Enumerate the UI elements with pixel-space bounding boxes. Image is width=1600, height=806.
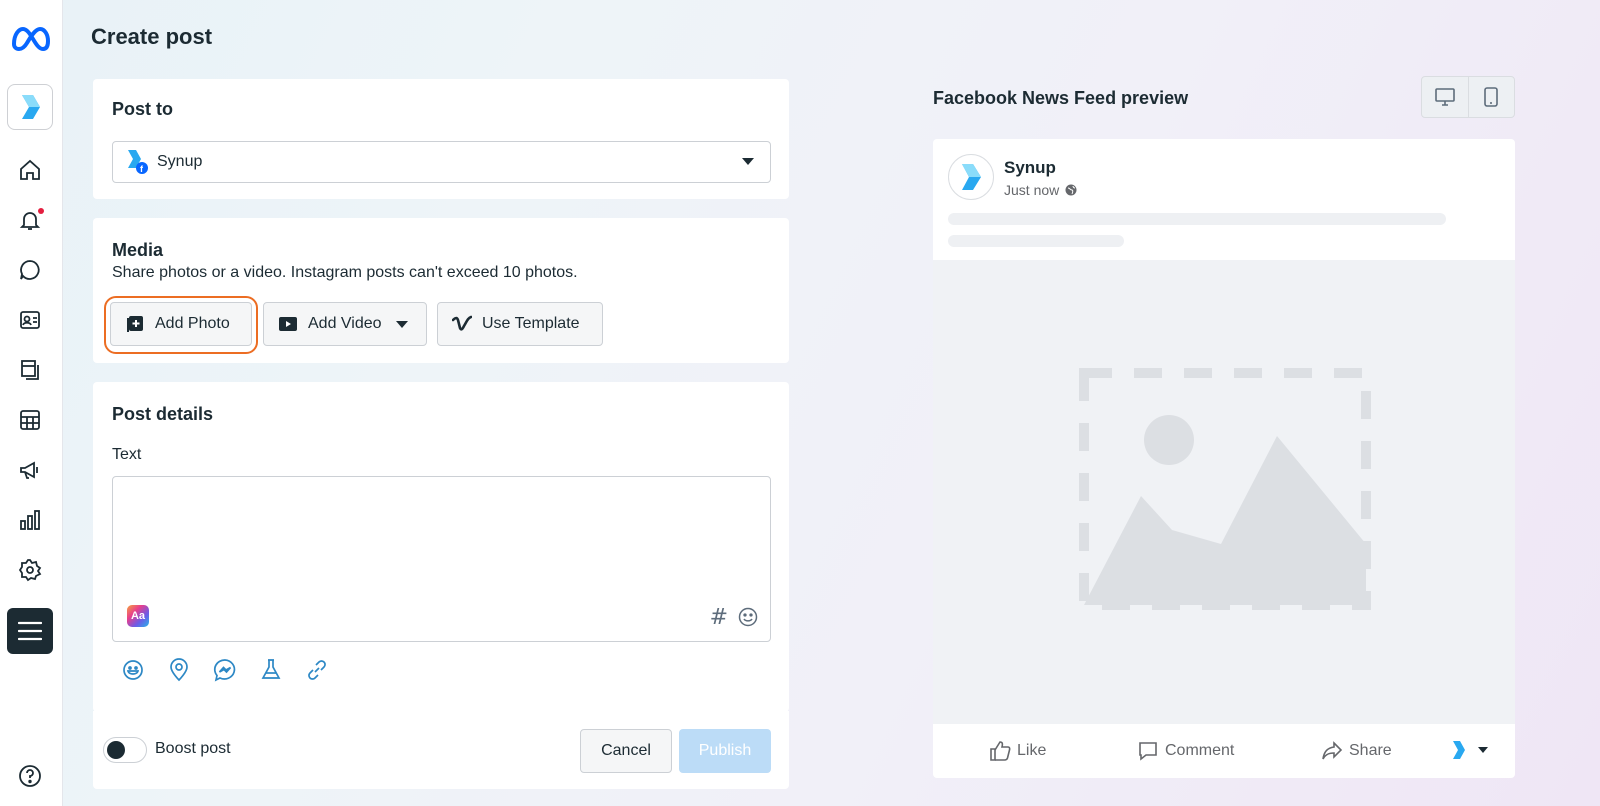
notifications-icon[interactable]	[12, 202, 48, 238]
add-photo-highlight	[104, 296, 258, 354]
use-template-button[interactable]: Use Template	[437, 302, 603, 346]
media-placeholder-area	[933, 260, 1515, 724]
desktop-view-button[interactable]	[1422, 77, 1469, 117]
globe-icon	[1065, 184, 1077, 196]
chevron-down-icon	[1478, 747, 1488, 753]
boost-post-toggle[interactable]	[103, 737, 147, 763]
page-select-dropdown[interactable]: f Synup	[112, 141, 771, 183]
ab-test-flask-icon[interactable]	[259, 658, 283, 682]
chevron-down-icon	[395, 320, 408, 328]
insights-icon[interactable]	[12, 502, 48, 538]
avatar	[948, 154, 994, 200]
meta-logo-icon[interactable]	[10, 24, 52, 54]
comment-label: Comment	[1165, 742, 1235, 759]
text-skeleton-line	[948, 235, 1124, 247]
settings-icon[interactable]	[12, 552, 48, 588]
news-feed-preview-card: Synup Just now Like Comment Share	[933, 139, 1515, 778]
text-format-icon[interactable]: Aa	[127, 605, 149, 627]
cancel-button[interactable]: Cancel	[580, 729, 672, 773]
share-as-page-selector[interactable]	[1452, 740, 1488, 760]
mobile-icon	[1484, 87, 1499, 107]
add-video-label: Add Video	[308, 315, 382, 332]
contacts-icon[interactable]	[12, 302, 48, 338]
text-skeleton-line	[948, 213, 1446, 225]
link-icon[interactable]	[305, 658, 329, 682]
all-tools-menu-button[interactable]	[7, 608, 53, 654]
add-video-button[interactable]: Add Video	[263, 302, 427, 346]
post-details-title: Post details	[112, 404, 214, 424]
synup-logo-icon	[962, 164, 981, 190]
thumbs-up-icon	[990, 741, 1011, 761]
like-action[interactable]: Like	[989, 740, 1046, 762]
post-footer-bar: Boost post Cancel Publish	[93, 711, 789, 789]
location-icon[interactable]	[167, 658, 191, 682]
page-title: Create post	[91, 24, 213, 49]
desktop-icon	[1434, 88, 1455, 106]
comment-action[interactable]: Comment	[1137, 740, 1234, 762]
left-sidebar	[0, 0, 63, 806]
feeling-icon[interactable]	[121, 658, 145, 682]
media-title: Media	[112, 240, 164, 260]
preview-page-name: Synup	[1004, 158, 1056, 177]
hamburger-icon	[18, 621, 42, 641]
ads-icon[interactable]	[12, 452, 48, 488]
post-actions-bar: Like Comment Share	[933, 724, 1515, 778]
post-text-area[interactable]: Aa #	[112, 476, 771, 642]
vimeo-template-icon	[452, 315, 472, 331]
post-to-card: Post to f Synup	[93, 79, 789, 199]
preview-timestamp: Just now	[1004, 182, 1077, 198]
mobile-view-button[interactable]	[1469, 77, 1515, 117]
boost-post-label: Boost post	[155, 740, 231, 757]
synup-logo-icon	[1453, 741, 1465, 759]
media-description: Share photos or a video. Instagram posts…	[112, 264, 578, 281]
help-icon[interactable]	[12, 758, 48, 794]
synup-facebook-icon: f	[128, 150, 148, 174]
comment-icon	[1139, 742, 1157, 761]
toggle-knob	[107, 741, 125, 759]
content-icon[interactable]	[12, 352, 48, 388]
publish-button[interactable]: Publish	[679, 729, 771, 773]
image-placeholder-icon	[1079, 368, 1371, 610]
share-action[interactable]: Share	[1321, 740, 1392, 762]
planner-icon[interactable]	[12, 402, 48, 438]
hashtag-icon[interactable]: #	[710, 605, 728, 630]
chevron-down-icon	[742, 158, 754, 165]
preview-device-toggle	[1421, 76, 1515, 118]
messages-icon[interactable]	[12, 252, 48, 288]
notification-badge	[38, 208, 44, 214]
share-icon	[1322, 741, 1343, 760]
preview-title: Facebook News Feed preview	[933, 88, 1189, 108]
post-to-title: Post to	[112, 99, 173, 119]
preview-time-label: Just now	[1004, 182, 1060, 198]
use-template-label: Use Template	[482, 315, 580, 332]
synup-logo-icon	[22, 95, 40, 119]
home-icon[interactable]	[12, 152, 48, 188]
messenger-icon[interactable]	[213, 658, 237, 682]
video-icon	[279, 317, 297, 331]
selected-page-label: Synup	[157, 153, 203, 170]
page-switcher-button[interactable]	[7, 84, 53, 130]
share-label: Share	[1349, 742, 1392, 759]
like-label: Like	[1017, 742, 1047, 759]
post-details-card: Post details Text Aa #	[93, 382, 789, 712]
emoji-icon[interactable]	[738, 607, 758, 627]
text-field-label: Text	[112, 446, 142, 463]
